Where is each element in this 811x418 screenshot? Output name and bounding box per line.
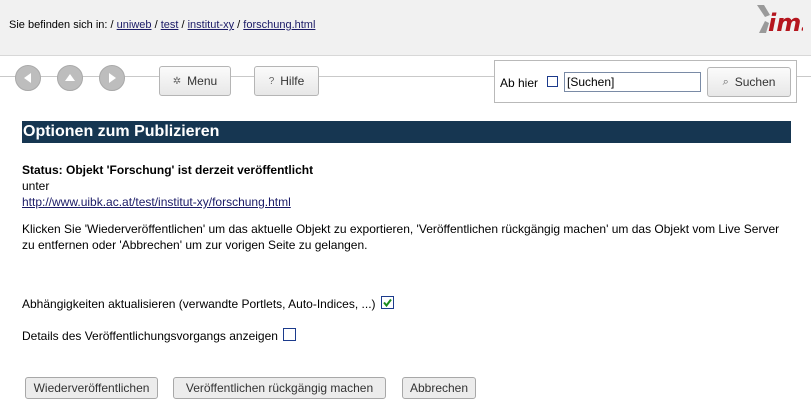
search-scope-label: Ab hier (500, 76, 539, 90)
search-icon: ⌕ (722, 75, 729, 88)
help-button-label: Hilfe (280, 74, 305, 88)
breadcrumb-item-test[interactable]: test (161, 19, 179, 31)
option-details-label: Details des Veröffentlichungsvorgangs an… (22, 329, 278, 343)
svg-text:ims: ims (768, 9, 803, 36)
search-panel: Ab hier ⌕ Suchen (494, 60, 797, 103)
back-button[interactable] (15, 65, 41, 91)
arrow-left-icon (24, 73, 31, 83)
search-button[interactable]: ⌕ Suchen (707, 67, 791, 97)
option-dependencies-label: Abhängigkeiten aktualisieren (verwandte … (22, 297, 376, 311)
breadcrumb-item-page[interactable]: forschung.html (243, 19, 315, 31)
option-details: Details des Veröffentlichungsvorgangs an… (22, 328, 297, 343)
search-scope-checkbox[interactable] (547, 76, 558, 87)
search-button-label: Suchen (734, 75, 776, 89)
option-dependencies: Abhängigkeiten aktualisieren (verwandte … (22, 296, 394, 311)
gear-icon: ✲ (172, 75, 182, 87)
under-text: unter (22, 179, 50, 193)
unpublish-button[interactable]: Veröffentlichen rückgängig machen (173, 377, 386, 399)
dependencies-checkbox[interactable] (380, 296, 394, 309)
republish-button[interactable]: Wiederveröffentlichen (25, 377, 158, 399)
header: Sie befinden sich in: / uniweb / test / … (0, 0, 811, 56)
help-button[interactable]: ? Hilfe (254, 66, 319, 96)
checkmark-icon (383, 298, 392, 308)
search-input[interactable] (564, 72, 701, 92)
menu-button[interactable]: ✲ Menu (159, 66, 231, 96)
cancel-button[interactable]: Abbrechen (402, 377, 476, 399)
up-button[interactable] (57, 65, 83, 91)
breadcrumb-item-uniweb[interactable]: uniweb (117, 19, 152, 31)
page-title: Optionen zum Publizieren (22, 121, 791, 143)
question-icon: ? (268, 75, 275, 87)
published-url-link[interactable]: http://www.uibk.ac.at/test/institut-xy/f… (22, 195, 291, 209)
breadcrumb: Sie befinden sich in: / uniweb / test / … (9, 19, 315, 31)
arrow-up-icon (65, 74, 75, 81)
forward-button[interactable] (99, 65, 125, 91)
ims-logo: ims (755, 2, 811, 39)
instructions-text: Klicken Sie 'Wiederveröffentlichen' um d… (22, 222, 780, 252)
details-checkbox[interactable] (283, 328, 297, 341)
status-text: Status: Objekt 'Forschung' ist derzeit v… (22, 163, 314, 177)
arrow-right-icon (109, 73, 116, 83)
breadcrumb-item-institut[interactable]: institut-xy (188, 19, 234, 31)
menu-button-label: Menu (187, 74, 218, 88)
breadcrumb-prefix: Sie befinden sich in: / (9, 19, 114, 31)
